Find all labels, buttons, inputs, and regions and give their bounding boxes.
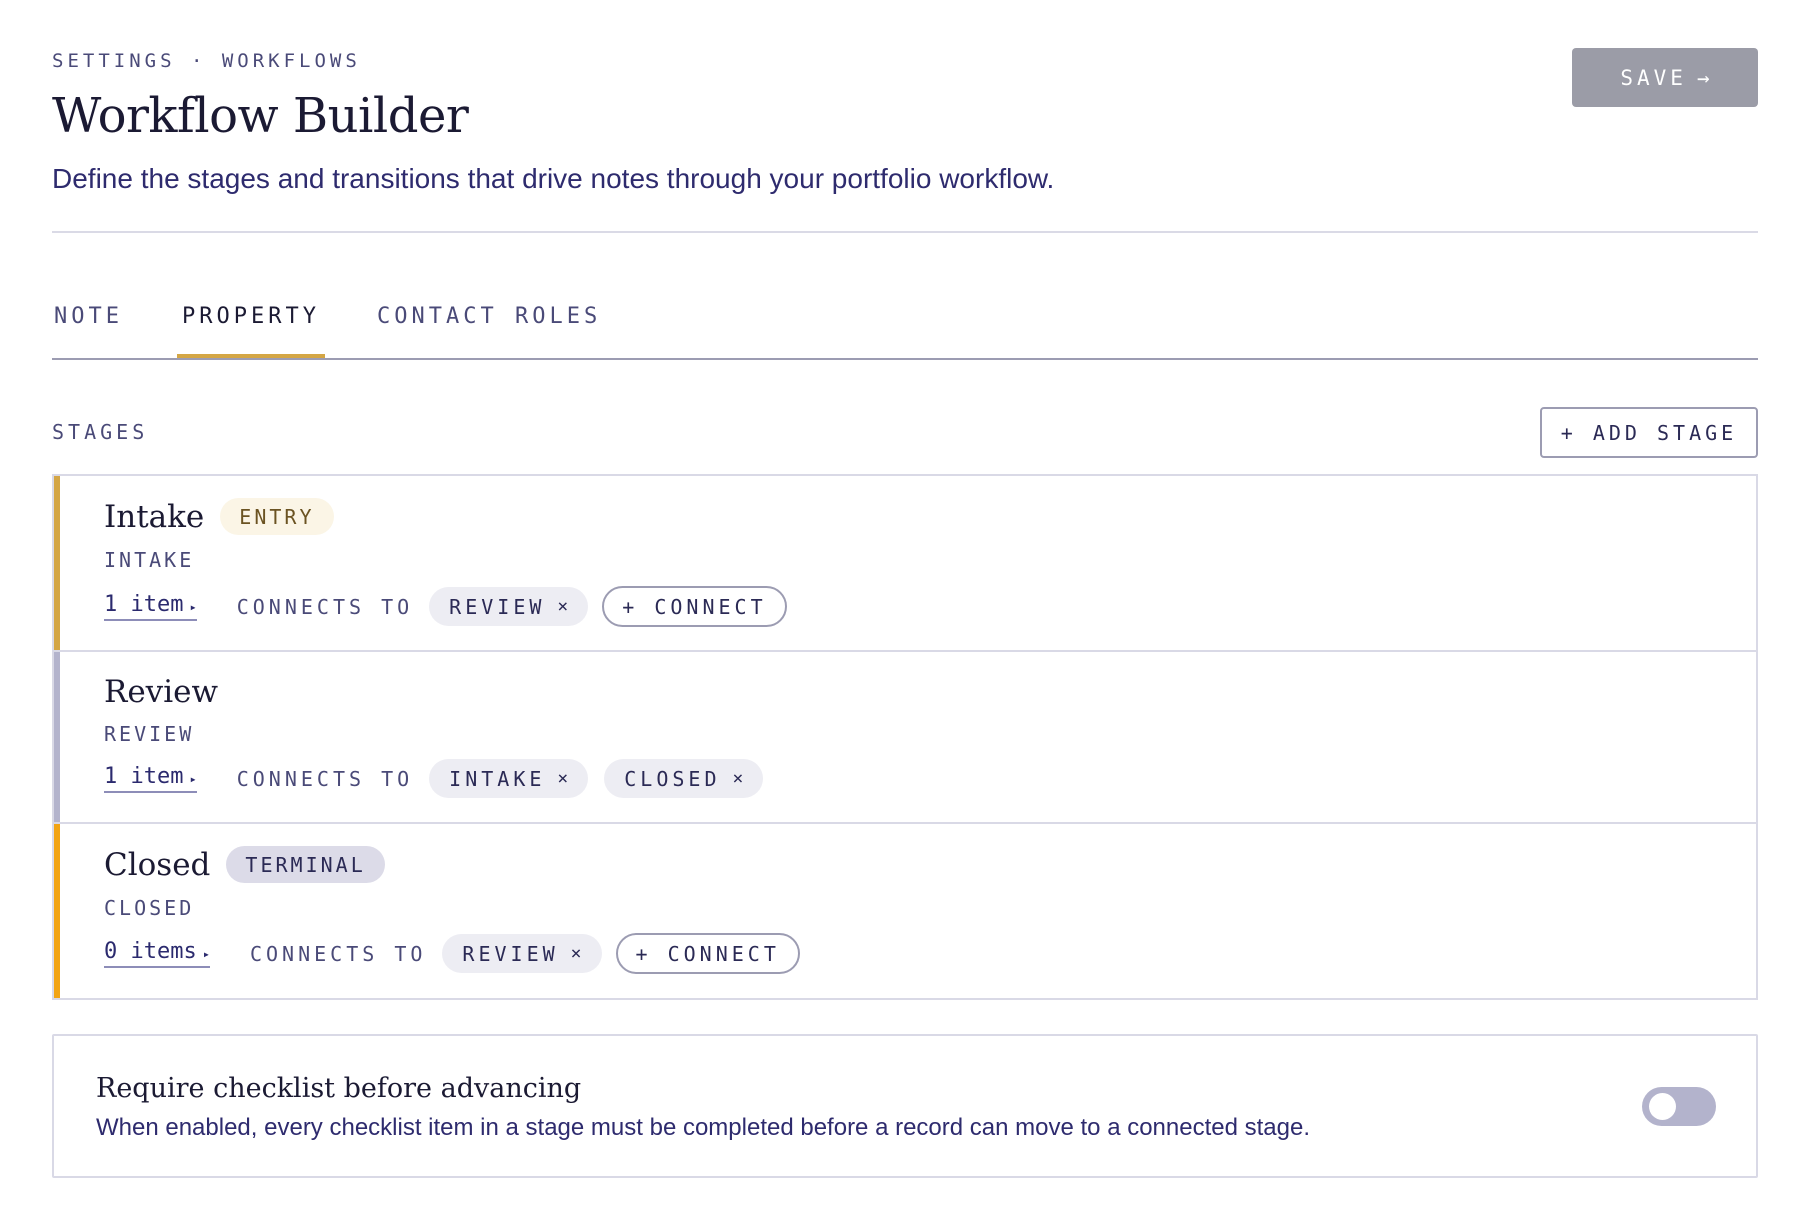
stage-name: Review	[104, 674, 218, 710]
connection-chip-label: REVIEW	[449, 594, 546, 619]
connection-chip-label: CLOSED	[624, 766, 721, 791]
stage-name: Closed	[104, 846, 211, 883]
connect-button[interactable]: + CONNECT	[602, 586, 787, 627]
stage-name: Intake	[104, 498, 205, 535]
connects-to-label: CONNECTS TO	[249, 941, 427, 966]
terminal-badge: TERMINAL	[226, 846, 385, 883]
stage-accent-bar	[54, 476, 60, 650]
stage-header: Review	[104, 674, 218, 710]
stage-header: Closed TERMINAL	[104, 846, 385, 883]
connection-chip-intake[interactable]: INTAKE ×	[429, 759, 589, 798]
connection-chip-label: INTAKE	[449, 766, 546, 791]
arrow-right-icon: →	[1696, 65, 1710, 90]
items-count: 1 item	[104, 592, 184, 617]
stage-accent-bar	[54, 824, 60, 998]
close-icon[interactable]: ×	[557, 768, 568, 789]
items-count: 1 item	[104, 764, 184, 789]
stage-card-closed: Closed TERMINAL CLOSED 0 items ▸ CONNECTS…	[54, 824, 1756, 998]
tab-property[interactable]: PROPERTY	[182, 304, 320, 358]
connection-chip-label: REVIEW	[462, 941, 559, 966]
save-button-label: SAVE	[1620, 65, 1687, 90]
breadcrumb: SETTINGS · WORKFLOWS	[52, 50, 361, 72]
connects-to-label: CONNECTS TO	[236, 594, 414, 619]
stage-items-link[interactable]: 1 item ▸	[104, 592, 197, 621]
connect-button[interactable]: + CONNECT	[615, 933, 800, 974]
stages-section-label: STAGES	[52, 420, 149, 444]
add-stage-button[interactable]: + ADD STAGE	[1540, 407, 1758, 458]
caret-right-icon: ▸	[189, 772, 197, 786]
tab-bar: NOTE PROPERTY CONTACT ROLES	[52, 290, 1758, 360]
stage-connections-row: 1 item ▸ CONNECTS TO REVIEW × + CONNECT	[104, 586, 787, 627]
setting-description: When enabled, every checklist item in a …	[96, 1114, 1311, 1141]
tab-contact-roles[interactable]: CONTACT ROLES	[377, 304, 601, 358]
stages-list: Intake ENTRY INTAKE 1 item ▸ CONNECTS TO …	[52, 474, 1758, 1000]
stage-card-intake: Intake ENTRY INTAKE 1 item ▸ CONNECTS TO …	[54, 476, 1756, 652]
close-icon[interactable]: ×	[557, 596, 568, 617]
page-title: Workflow Builder	[52, 88, 469, 144]
caret-right-icon: ▸	[189, 600, 197, 614]
stage-card-review: Review REVIEW 1 item ▸ CONNECTS TO INTAKE…	[54, 652, 1756, 824]
connection-chip-review[interactable]: REVIEW ×	[429, 587, 589, 626]
require-checklist-toggle[interactable]	[1642, 1087, 1716, 1126]
caret-right-icon: ▸	[202, 947, 210, 961]
checklist-setting-card: Require checklist before advancing When …	[52, 1034, 1758, 1178]
save-button[interactable]: SAVE →	[1572, 48, 1758, 107]
page-subtitle: Define the stages and transitions that d…	[52, 163, 1055, 194]
close-icon[interactable]: ×	[571, 943, 582, 964]
connection-chip-review[interactable]: REVIEW ×	[442, 934, 602, 973]
tab-note[interactable]: NOTE	[54, 304, 123, 358]
stage-key: REVIEW	[104, 722, 195, 746]
toggle-knob	[1649, 1093, 1676, 1120]
items-count: 0 items	[104, 939, 197, 964]
close-icon[interactable]: ×	[733, 768, 744, 789]
stage-connections-row: 0 items ▸ CONNECTS TO REVIEW × + CONNECT	[104, 933, 800, 974]
header-divider	[52, 231, 1758, 233]
connection-chip-closed[interactable]: CLOSED ×	[604, 759, 764, 798]
stage-accent-bar	[54, 652, 60, 822]
setting-title: Require checklist before advancing	[96, 1073, 582, 1104]
stage-items-link[interactable]: 0 items ▸	[104, 939, 210, 968]
connects-to-label: CONNECTS TO	[236, 766, 414, 791]
active-tab-indicator	[177, 354, 325, 358]
entry-badge: ENTRY	[220, 498, 334, 535]
stage-header: Intake ENTRY	[104, 498, 334, 535]
stage-key: INTAKE	[104, 548, 195, 572]
stage-key: CLOSED	[104, 896, 195, 920]
stage-connections-row: 1 item ▸ CONNECTS TO INTAKE × CLOSED ×	[104, 758, 764, 799]
stage-items-link[interactable]: 1 item ▸	[104, 764, 197, 793]
